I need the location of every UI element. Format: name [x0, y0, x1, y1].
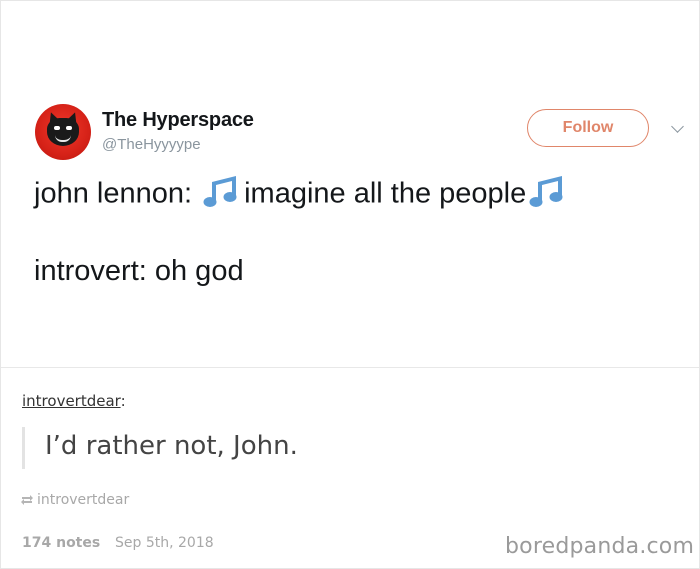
- tweet-text-line-2: introvert: oh god: [34, 255, 244, 287]
- tweet-text-line-1: john lennon: imagine all the people: [34, 176, 570, 213]
- chevron-down-icon[interactable]: [671, 120, 684, 133]
- musical-notes-icon: [529, 176, 563, 207]
- reblog-icon: [21, 495, 33, 505]
- tweet-screenshot: The Hyperspace @TheHyyyype Follow john l…: [1, 1, 699, 368]
- follow-button[interactable]: Follow: [527, 109, 649, 147]
- tweet-text-speaker: john lennon:: [34, 177, 201, 210]
- avatar-eye-right: [66, 126, 72, 130]
- post-date[interactable]: Sep 5th, 2018: [115, 535, 214, 551]
- avatar-eye-left: [54, 126, 60, 130]
- watermark: boredpanda.com: [505, 534, 695, 559]
- avatar[interactable]: [35, 104, 91, 160]
- musical-notes-icon: [203, 176, 237, 207]
- reblog-colon: :: [120, 392, 126, 410]
- post-card: The Hyperspace @TheHyyyype Follow john l…: [0, 0, 700, 569]
- tweet-text-lyric: imagine all the people: [244, 177, 527, 210]
- tweet-display-name[interactable]: The Hyperspace: [102, 109, 254, 132]
- reblog-comment: I’d rather not, John.: [45, 431, 298, 461]
- reblog-header: introvertdear:: [22, 392, 126, 410]
- blockquote-bar: [22, 427, 25, 469]
- notes-count[interactable]: 174 notes: [22, 535, 100, 551]
- reblog-source[interactable]: introvertdear: [20, 492, 129, 508]
- tweet-handle[interactable]: @TheHyyyype: [102, 136, 201, 153]
- reblog-source-username[interactable]: introvertdear: [37, 492, 129, 508]
- reblog-username-link[interactable]: introvertdear: [22, 392, 121, 410]
